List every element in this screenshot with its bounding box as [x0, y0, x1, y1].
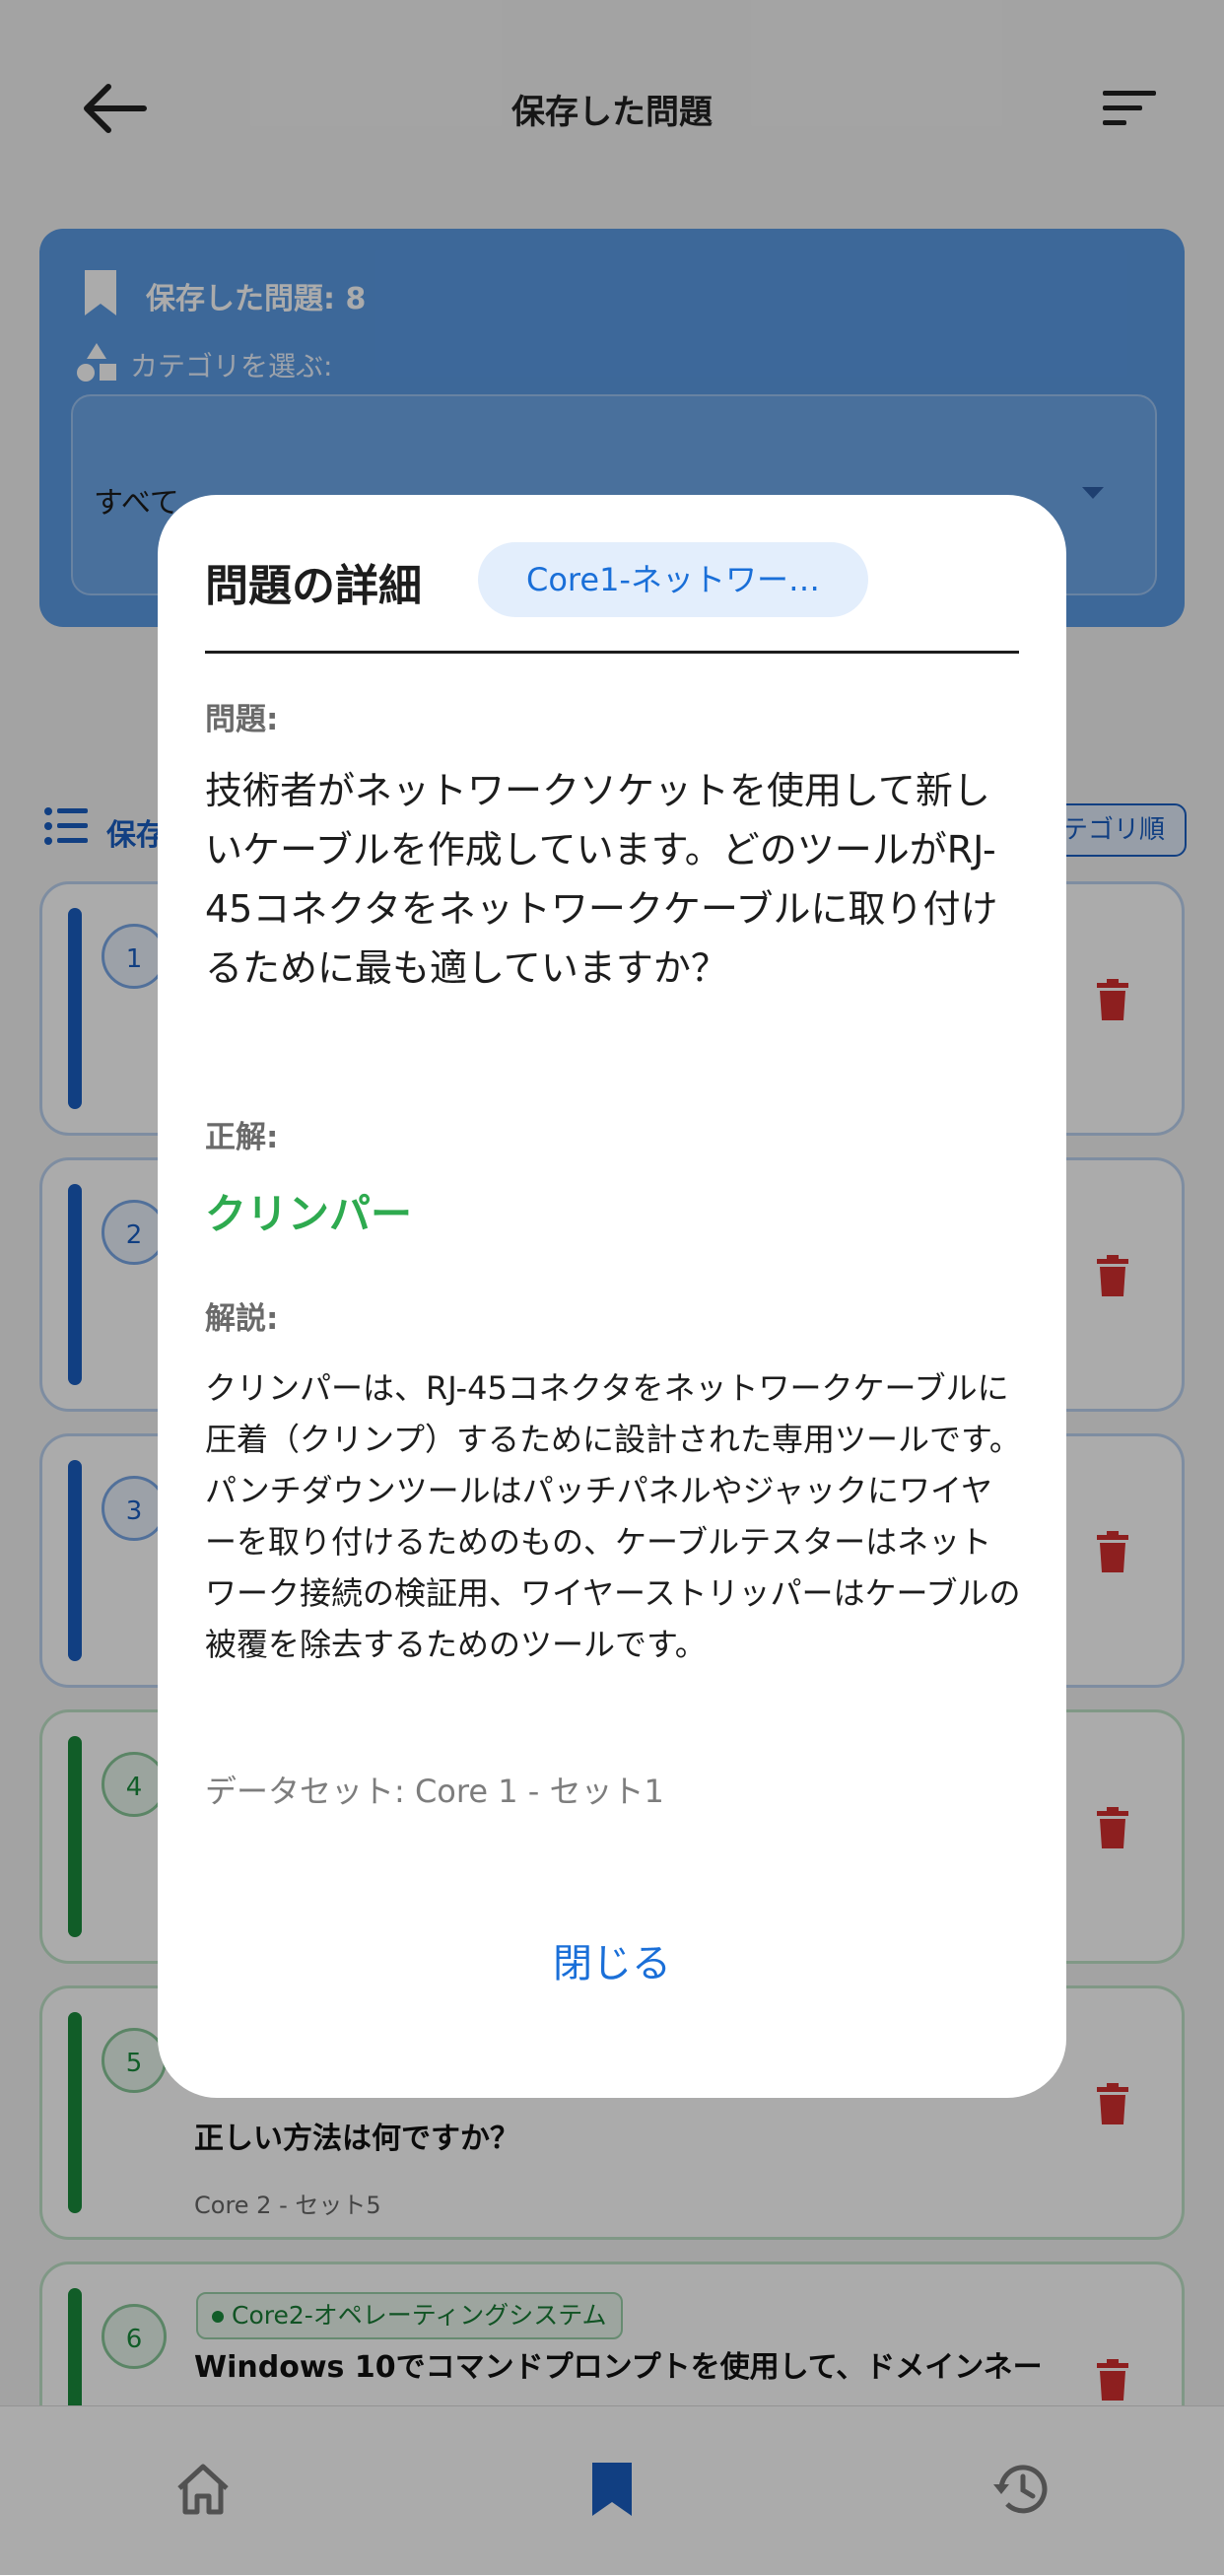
close-button[interactable]: 閉じる: [464, 1924, 760, 2003]
question-label: 問題:: [205, 702, 279, 737]
question-text: 技術者がネットワークソケットを使用して新しいケーブルを作成しています。どのツール…: [205, 769, 998, 990]
explanation-text: クリンパーは、RJ-45コネクタをネットワークケーブルに圧着（クリンプ）するため…: [205, 1369, 1021, 1663]
dialog-title: 問題の詳細: [205, 561, 422, 611]
dataset-info: データセット: Core 1 - セット1: [205, 1773, 664, 1810]
title-divider: [205, 651, 1019, 654]
category-chip: Core1-ネットワー…: [478, 542, 868, 617]
question-detail-dialog: 問題の詳細 Core1-ネットワー… 問題: 技術者がネットワークソケットを使用…: [158, 495, 1066, 2098]
explanation-label: 解説:: [205, 1301, 279, 1337]
answer-label: 正解:: [205, 1120, 279, 1155]
correct-answer: クリンパー: [205, 1190, 413, 1238]
